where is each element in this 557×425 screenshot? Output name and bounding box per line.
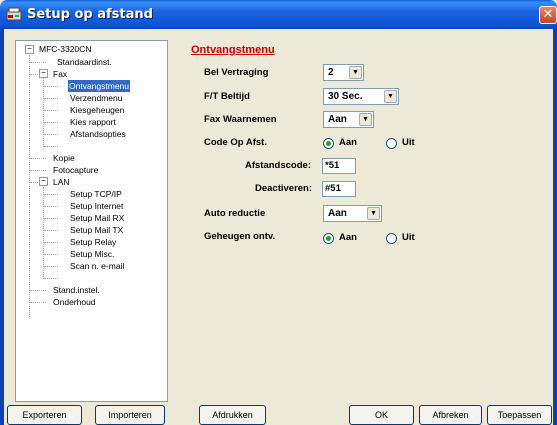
collapse-icon[interactable]: − [25,45,34,54]
close-icon: ✕ [542,7,554,22]
tree-item-afstandsopties[interactable]: Afstandsopties [69,128,127,140]
code-op-afst-aan-label[interactable]: Aan [339,137,357,148]
ft-beltijd-label: F/T Beltijd [204,91,250,102]
code-op-afst-aan-radio[interactable] [323,138,334,149]
geheugen-ontv-label: Geheugen ontv. [204,231,276,242]
close-button[interactable]: ✕ [539,6,557,24]
tree-item-fax[interactable]: Fax [52,68,68,80]
tree-item-kiesgeheugen[interactable]: Kiesgeheugen [69,104,125,116]
afbreken-button[interactable]: Afbreken [419,405,482,425]
tree-line [44,122,58,123]
tree-line [30,62,46,63]
tree-item-setup-internet[interactable]: Setup Internet [69,200,124,212]
tree-line [44,146,58,147]
tree-item-setup-tcpip[interactable]: Setup TCP/IP [69,188,123,200]
fax-waarnemen-value: Aan [328,114,347,125]
chevron-down-icon[interactable]: ▼ [367,207,380,220]
window-title: Setup op afstand [27,7,153,22]
tree-line [29,55,30,317]
afstandscode-input[interactable]: *51 [322,158,356,174]
collapse-icon[interactable]: − [39,69,48,78]
ft-beltijd-value: 30 Sec. [328,91,363,102]
tree-item-setup-mail-rx[interactable]: Setup Mail RX [69,212,125,224]
afdrukken-button[interactable]: Afdrukken [199,405,266,425]
ok-button[interactable]: OK [349,405,414,425]
tree-line [30,290,46,291]
tree-line [44,266,58,267]
tree-item-scan-email[interactable]: Scan n. e-mail [69,260,125,272]
geheugen-ontv-aan-label[interactable]: Aan [339,232,357,243]
deactiveren-input[interactable]: #51 [322,181,356,197]
tree-line [44,242,58,243]
afstandscode-label: Afstandscode: [245,160,311,171]
tree-line [44,134,58,135]
tree-line [44,218,58,219]
fax-waarnemen-label: Fax Waarnemen [204,114,277,125]
tree-line [44,206,58,207]
tree-item-setup-mail-tx[interactable]: Setup Mail TX [69,224,124,236]
deactiveren-label: Deactiveren: [255,183,313,194]
tree-item-fotocapture[interactable]: Fotocapture [52,164,99,176]
bel-vertraging-select[interactable]: 2 ▼ [323,64,364,81]
bel-vertraging-value: 2 [328,67,334,78]
geheugen-ontv-uit-label[interactable]: Uit [402,232,415,243]
ft-beltijd-select[interactable]: 30 Sec. ▼ [323,88,399,105]
tree-item-kopie[interactable]: Kopie [52,152,76,164]
tree-line [43,77,44,147]
section-title: Ontvangstmenu [191,44,275,56]
window-border-left [0,29,4,425]
importeren-button[interactable]: Importeren [95,405,165,425]
tree-line [44,194,58,195]
bel-vertraging-label: Bel Vertraging [204,67,269,78]
tree-item-ontvangstmenu[interactable]: Ontvangstmenu [68,80,131,92]
tree-item-onderhoud[interactable]: Onderhoud [52,296,97,308]
tree-item-root[interactable]: MFC-3320CN [38,43,92,55]
auto-reductie-label: Auto reductie [204,208,266,219]
auto-reductie-value: Aan [328,208,347,219]
geheugen-ontv-uit-radio[interactable] [386,233,397,244]
code-op-afst-label: Code Op Afst. [204,137,267,148]
app-icon [6,7,22,21]
tree-item-setup-misc[interactable]: Setup Misc. [69,248,115,260]
tree-line [44,86,58,87]
tree-line [30,302,46,303]
tree-item-kies-rapport[interactable]: Kies rapport [69,116,117,128]
code-op-afst-uit-radio[interactable] [386,138,397,149]
tree-line [30,170,46,171]
tree-item-verzendmenu[interactable]: Verzendmenu [69,92,123,104]
fax-waarnemen-select[interactable]: Aan ▼ [323,111,374,128]
chevron-down-icon[interactable]: ▼ [349,66,362,79]
exporteren-button[interactable]: Exporteren [7,405,82,425]
tree-line [44,278,58,279]
title-bar[interactable]: Setup op afstand ✕ [0,0,557,29]
code-op-afst-uit-label[interactable]: Uit [402,137,415,148]
tree-line [44,230,58,231]
collapse-icon[interactable]: − [39,177,48,186]
tree-item-lan[interactable]: LAN [52,176,71,188]
toepassen-button[interactable]: Toepassen [487,405,552,425]
settings-tree[interactable]: − MFC-3320CN Standaardinst. − Fax Ontvan… [15,40,168,402]
tree-line [44,110,58,111]
chevron-down-icon[interactable]: ▼ [384,90,397,103]
geheugen-ontv-aan-radio[interactable] [323,233,334,244]
auto-reductie-select[interactable]: Aan ▼ [323,205,382,222]
tree-line [44,98,58,99]
tree-item-setup-relay[interactable]: Setup Relay [69,236,117,248]
tree-item-standaardinst[interactable]: Standaardinst. [56,56,113,68]
tree-line [44,254,58,255]
tree-item-stand-instel[interactable]: Stand.instel. [52,284,101,296]
tree-line [30,158,46,159]
chevron-down-icon[interactable]: ▼ [359,113,372,126]
window-border-right [553,29,557,425]
